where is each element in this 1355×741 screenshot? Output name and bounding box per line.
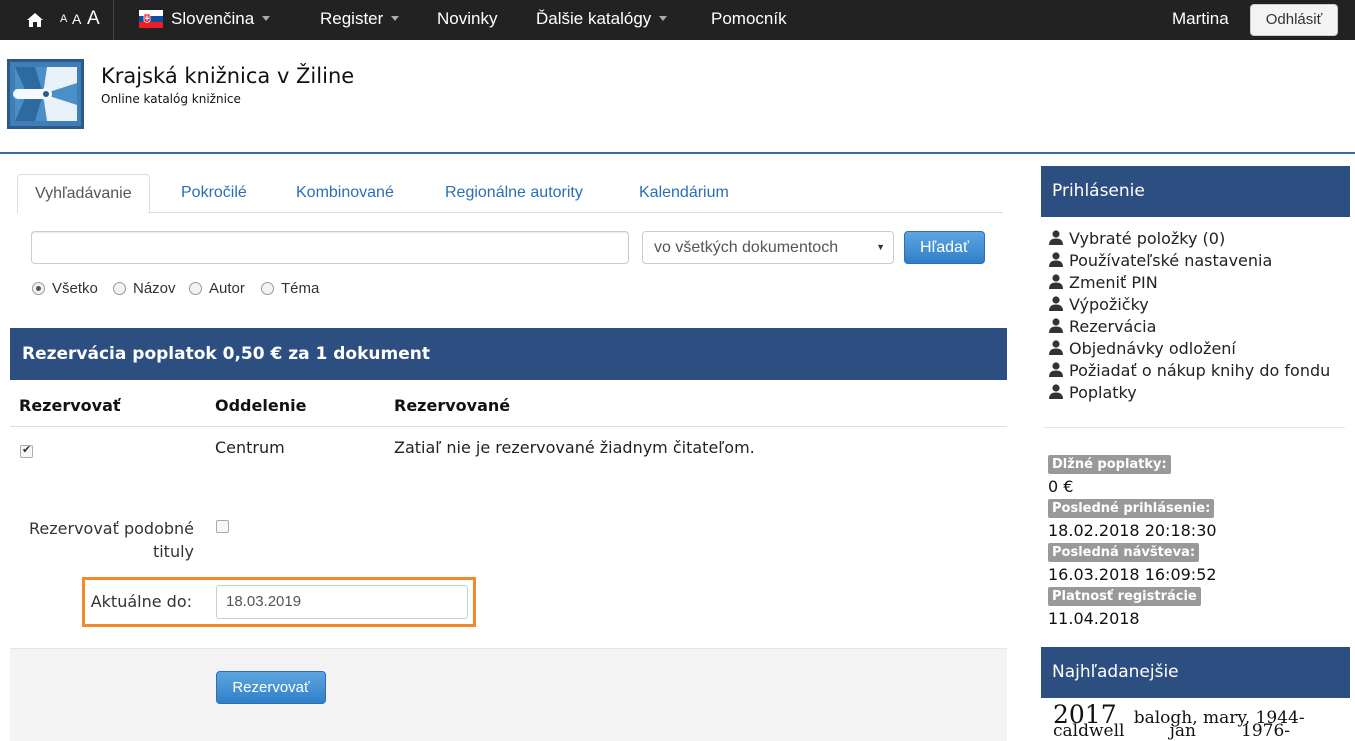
- user-icon: [1049, 252, 1063, 267]
- last-visit-label: Posledná návšteva:: [1048, 543, 1200, 562]
- sidebar-link-label: Požiadať o nákup knihy do fondu: [1069, 361, 1331, 380]
- table-row-divider: [10, 426, 1007, 427]
- dropdown-arrow-icon: ▼: [876, 242, 885, 252]
- sidebar-link-label: Používateľské nastavenia: [1069, 251, 1273, 270]
- owed-fees-value: 0 €: [1048, 477, 1074, 496]
- user-icon: [1049, 362, 1063, 377]
- radio-subject[interactable]: [261, 282, 274, 295]
- similar-titles-checkbox[interactable]: [216, 520, 229, 533]
- sidebar-link-label: Výpožičky: [1069, 295, 1149, 314]
- form-actions-bar: [10, 648, 1007, 741]
- search-scope-select[interactable]: vo všetkých dokumentoch ▼: [642, 231, 894, 264]
- user-name[interactable]: Martina: [1172, 0, 1229, 40]
- reserve-checkbox[interactable]: [20, 443, 33, 458]
- registration-validity-label: Platnosť registrácie: [1048, 587, 1201, 606]
- top-navbar: A A A Slovenčina Register Novinky Ďalšie…: [0, 0, 1355, 40]
- radio-author-label: Autor: [209, 280, 245, 297]
- search-scope-value: vo všetkých dokumentoch: [654, 239, 839, 256]
- other-catalogs-menu[interactable]: Ďalšie katalógy: [536, 0, 668, 40]
- other-catalogs-label: Ďalšie katalógy: [536, 9, 652, 28]
- sidebar-link-label: Objednávky odložení: [1069, 339, 1236, 358]
- similar-titles-label: Rezervovať podobné tituly: [20, 517, 194, 563]
- sidebar-link-purchase-request[interactable]: Požiadať o nákup knihy do fondu: [1049, 360, 1330, 382]
- column-reserved: Rezervované: [394, 396, 511, 415]
- nav-divider: [113, 0, 114, 40]
- sidebar-link-label: Vybraté položky (0): [1069, 229, 1226, 248]
- tab-search[interactable]: Vyhľadávanie: [17, 174, 150, 214]
- language-menu[interactable]: Slovenčina: [171, 0, 271, 40]
- user-icon: [1049, 296, 1063, 311]
- radio-all-label: Všetko: [52, 280, 98, 297]
- helper-link[interactable]: Pomocník: [711, 0, 787, 40]
- last-login-label: Posledné prihlásenie:: [1048, 499, 1215, 518]
- news-link[interactable]: Novinky: [437, 0, 497, 40]
- header-divider: [0, 152, 1355, 154]
- tab-regional-authorities[interactable]: Regionálne autority: [445, 174, 583, 213]
- column-department: Oddelenie: [215, 396, 307, 415]
- tag-cloud: 2017 balogh, mary, 1944- caldwell jan 19…: [1053, 700, 1333, 741]
- radio-all[interactable]: [32, 282, 45, 295]
- font-size-medium-button[interactable]: A: [72, 0, 81, 40]
- tab-calendar[interactable]: Kalendárium: [639, 174, 729, 213]
- sidebar-link-label: Zmeniť PIN: [1069, 273, 1158, 292]
- user-icon: [1049, 274, 1063, 289]
- department-cell: Centrum: [215, 438, 285, 457]
- search-button[interactable]: Hľadať: [904, 231, 985, 264]
- home-icon[interactable]: [26, 11, 44, 29]
- user-icon: [1049, 230, 1063, 245]
- font-size-large-button[interactable]: A: [87, 0, 100, 40]
- search-input[interactable]: [31, 231, 629, 264]
- chevron-down-icon: [391, 15, 400, 21]
- library-subtitle: Online katalóg knižnice: [101, 92, 241, 106]
- register-label: Register: [320, 9, 384, 28]
- sidebar-link-label: Rezervácia: [1069, 317, 1157, 336]
- sidebar-link-selected-items[interactable]: Vybraté položky (0): [1049, 228, 1225, 250]
- login-panel-title: Prihlásenie: [1041, 166, 1350, 217]
- sidebar-link-label: Poplatky: [1069, 383, 1137, 402]
- column-reserve: Rezervovať: [19, 396, 121, 415]
- library-title: Krajská knižnica v Žiline: [101, 64, 355, 88]
- chevron-down-icon: [659, 15, 668, 21]
- reservation-header: Rezervácia poplatok 0,50 € za 1 dokument: [10, 328, 1007, 380]
- register-menu[interactable]: Register: [320, 0, 400, 40]
- font-size-small-button[interactable]: A: [60, 0, 67, 40]
- reserved-status-cell: Zatiaľ nie je rezervované žiadnym čitate…: [394, 438, 755, 457]
- sidebar-link-user-settings[interactable]: Používateľské nastavenia: [1049, 250, 1272, 272]
- radio-author[interactable]: [189, 282, 202, 295]
- sidebar-link-held-orders[interactable]: Objednávky odložení: [1049, 338, 1236, 360]
- sidebar-link-fees[interactable]: Poplatky: [1049, 382, 1137, 404]
- tab-combined[interactable]: Kombinované: [296, 174, 394, 213]
- radio-title[interactable]: [113, 282, 126, 295]
- user-icon: [1049, 318, 1063, 333]
- user-icon: [1049, 340, 1063, 355]
- sidebar-divider: [1043, 427, 1345, 428]
- sidebar-link-reservation[interactable]: Rezervácia: [1049, 316, 1156, 338]
- valid-until-input[interactable]: 18.03.2019: [216, 585, 468, 619]
- search-tabs: Vyhľadávanie Pokročilé Kombinované Regio…: [17, 174, 1003, 214]
- library-logo[interactable]: [7, 59, 84, 129]
- tag-cloud-item[interactable]: 1976-: [1241, 721, 1290, 741]
- owed-fees-label: Dlžné poplatky:: [1048, 455, 1171, 474]
- most-searched-title: Najhľadanejšie: [1041, 647, 1350, 698]
- similar-titles-label-line1: Rezervovať podobné: [29, 519, 194, 538]
- tag-cloud-item[interactable]: jan: [1170, 721, 1196, 741]
- user-icon: [1049, 384, 1063, 399]
- logout-button[interactable]: Odhlásiť: [1250, 4, 1338, 36]
- radio-subject-label: Téma: [281, 280, 320, 297]
- chevron-down-icon: [262, 15, 271, 21]
- similar-titles-label-line2: tituly: [152, 542, 194, 561]
- radio-title-label: Názov: [133, 280, 176, 297]
- sidebar-link-change-pin[interactable]: Zmeniť PIN: [1049, 272, 1158, 294]
- slovak-flag-icon: [139, 10, 163, 28]
- sidebar-link-loans[interactable]: Výpožičky: [1049, 294, 1149, 316]
- registration-validity-value: 11.04.2018: [1048, 609, 1140, 628]
- last-login-value: 18.02.2018 20:18:30: [1048, 521, 1217, 540]
- language-label: Slovenčina: [171, 9, 255, 28]
- tab-advanced[interactable]: Pokročilé: [181, 174, 247, 213]
- valid-until-label: Aktuálne do:: [90, 592, 192, 611]
- last-visit-value: 16.03.2018 16:09:52: [1048, 565, 1217, 584]
- tag-cloud-item[interactable]: caldwell: [1053, 721, 1124, 741]
- reserve-button[interactable]: Rezervovať: [216, 671, 326, 704]
